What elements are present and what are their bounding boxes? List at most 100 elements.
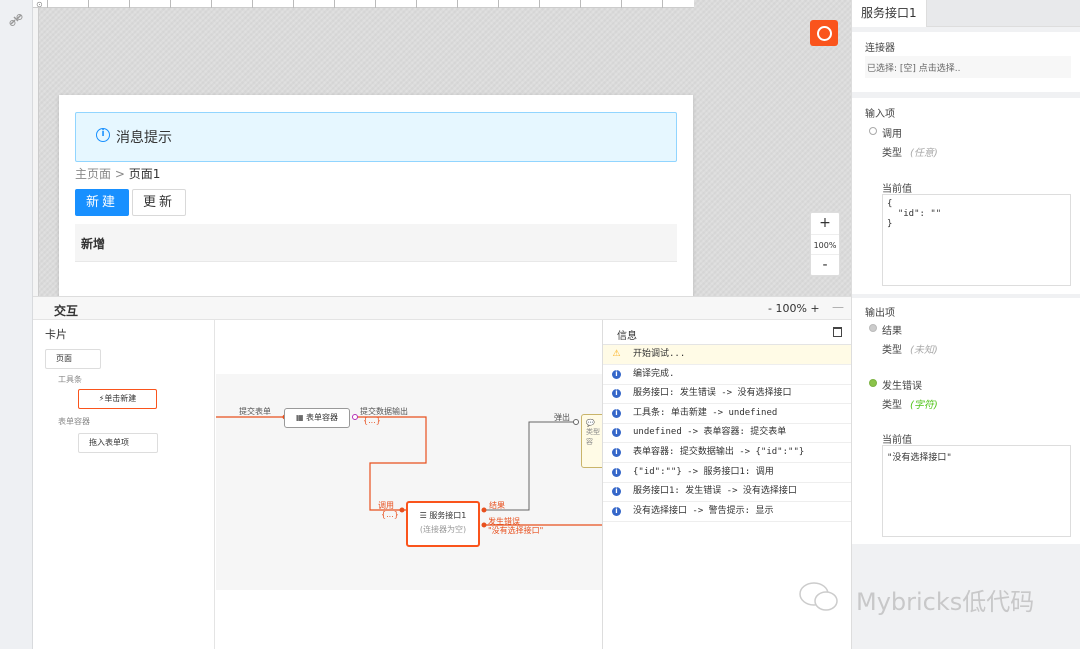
tree-title: 卡片 (45, 328, 67, 341)
connector-select[interactable]: 已选择: [空] 点击选择.. (865, 56, 1071, 78)
design-canvas[interactable]: ⊙ i 消息提示 主页面 > 页面1 新建 更新 新增 + 100% - (33, 0, 851, 296)
log-text: 服务接口1: 发生错误 -> 没有选择接口 (633, 486, 797, 497)
graph-node-alert-partial[interactable]: 💬类型 内容 (581, 414, 602, 468)
log-entry: i 编译完成. (603, 365, 852, 385)
output-error-type-value: (字符) (910, 400, 938, 411)
warning-icon: ⚠ (612, 349, 621, 359)
drag-in-label: 拖入表单项 (89, 438, 129, 447)
output-current-label: 当前值 (882, 435, 912, 446)
output-value-viewer[interactable]: "没有选择接口" (882, 445, 1071, 537)
info-icon: i (612, 467, 621, 477)
comment-icon: 💬 (586, 419, 595, 427)
component-tree: 卡片 页面 工具条 ⚡单击新建 表单容器 拖入表单项 (33, 320, 215, 649)
port-submit-form: 提交表单 (239, 407, 271, 416)
log-text: {"id":""} -> 服务接口1: 调用 (633, 466, 774, 477)
service-name: 服务接口1 (429, 511, 467, 520)
log-entry: i 没有选择接口 -> 警告提示: 显示 (603, 502, 852, 522)
left-rail (0, 0, 33, 649)
interaction-title: 交互 (54, 304, 79, 318)
output-result-type-label: 类型 (882, 345, 902, 356)
info-icon: i (612, 389, 621, 399)
tree-node-page[interactable]: 页面 (45, 349, 101, 369)
port-result: 结果 (489, 501, 505, 510)
log-text: 没有选择接口 -> 警告提示: 显示 (633, 505, 774, 516)
outputs-label: 输出项 (865, 308, 895, 319)
breadcrumb-home[interactable]: 主页面 (75, 167, 111, 181)
input-type-value: (任意) (910, 148, 938, 159)
partial-node-text: 类型 内容 (586, 428, 602, 446)
zoom-in-button[interactable]: + (811, 213, 839, 234)
breadcrumb: 主页面 > 页面1 (75, 165, 160, 182)
minimize-button[interactable]: — (832, 300, 844, 314)
outputs-section: 输出项 结果 类型 (未知) 发生错误 类型 (字符) 当前值 "没有选择接口" (852, 298, 1080, 544)
output-result-radio[interactable] (869, 324, 877, 332)
sliders-icon: ☰ (419, 511, 430, 520)
log-text: undefined -> 表单容器: 提交表单 (633, 427, 787, 438)
tree-node-click-new[interactable]: ⚡单击新建 (78, 389, 157, 409)
top-ruler (33, 0, 694, 8)
port-popup: 弹出 (554, 413, 570, 422)
graph-connections (216, 414, 602, 528)
output-error-label: 发生错误 (882, 381, 922, 392)
link-icon[interactable] (8, 12, 24, 28)
log-entry: i undefined -> 表单容器: 提交表单 (603, 423, 852, 444)
info-icon: i (612, 428, 621, 438)
alert-message: 消息提示 (116, 130, 172, 146)
new-button[interactable]: 新建 (75, 189, 129, 216)
log-entry: ⚠ 开始调试... (603, 345, 852, 365)
connector-section: 连接器 已选择: [空] 点击选择.. (852, 32, 1080, 92)
port-submit-output-value: {...} (363, 416, 381, 425)
page-preview[interactable]: i 消息提示 主页面 > 页面1 新建 更新 新增 (59, 95, 693, 296)
service-node-subtitle: (连接器为空) (419, 525, 467, 534)
tab-service-api[interactable]: 服务接口1 (852, 0, 927, 27)
input-current-label: 当前值 (882, 184, 912, 195)
log-entry: i 工具条: 单击新建 -> undefined (603, 404, 852, 424)
logic-graph[interactable]: 提交表单 ▦ 表单容器 提交数据输出 {...} 调用 {...} ☰ 服务接口… (216, 320, 602, 649)
breadcrumb-separator: > (111, 167, 129, 181)
update-button[interactable]: 更新 (132, 189, 186, 216)
graph-node-form-container[interactable]: ▦ 表单容器 (284, 408, 350, 428)
click-new-label: 单击新建 (104, 394, 137, 403)
watermark-text: Mybricks低代码 (856, 588, 1035, 616)
trash-icon[interactable] (833, 327, 842, 337)
interaction-zoom[interactable]: - 100% + (768, 302, 820, 315)
zoom-control: + 100% - (810, 212, 840, 276)
port-call-value: {...} (381, 510, 399, 519)
log-text: 开始调试... (633, 349, 686, 359)
ruler-origin-icon: ⊙ (36, 0, 43, 9)
left-ruler (33, 8, 39, 296)
info-alert[interactable]: i 消息提示 (75, 112, 677, 162)
section-title: 新增 (81, 237, 106, 251)
wechat-icon (799, 582, 838, 611)
info-icon: i (612, 506, 621, 516)
tab-bar-empty (927, 0, 1080, 27)
output-error-radio[interactable] (869, 379, 877, 387)
info-icon: i (612, 408, 621, 418)
service-node-title: ☰ 服务接口1 (408, 510, 478, 521)
inputs-label: 输入项 (865, 109, 895, 120)
breadcrumb-current: 页面1 (128, 167, 161, 181)
info-icon: i (612, 369, 621, 379)
interaction-header: 交互 - 100% + — (33, 296, 851, 320)
inputs-section: 输入项 调用 类型 (任意) 当前值 { "id": "" } (852, 98, 1080, 294)
log-text: 编译完成. (633, 368, 675, 379)
log-text: 工具条: 单击新建 -> undefined (633, 407, 778, 418)
zoom-out-button[interactable]: - (811, 255, 839, 276)
input-call-label: 调用 (882, 129, 902, 140)
output-error-type-label: 类型 (882, 400, 902, 411)
graph-node-service-api[interactable]: ☰ 服务接口1 (连接器为空) (406, 501, 480, 547)
log-entry: i 服务接口1: 发生错误 -> 没有选择接口 (603, 482, 852, 503)
port-error-value: "没有选择接口" (488, 526, 544, 535)
debug-run-button[interactable] (810, 20, 838, 46)
section-header: 新增 (75, 224, 677, 262)
input-call-radio[interactable] (869, 127, 877, 135)
info-icon: i (612, 448, 621, 457)
zoom-level: 100% (811, 234, 839, 255)
watermark: Mybricks低代码 (798, 580, 1058, 616)
input-value-editor[interactable]: { "id": "" } (882, 194, 1071, 286)
tree-node-drag-in[interactable]: 拖入表单项 (78, 433, 158, 453)
log-entry: i 服务接口: 发生错误 -> 没有选择接口 (603, 384, 852, 405)
form-container-label: 表单容器 (306, 413, 339, 422)
info-title: 信息 (617, 331, 637, 342)
property-panel: 服务接口1 连接器 已选择: [空] 点击选择.. 输入项 调用 类型 (任意)… (851, 0, 1080, 649)
